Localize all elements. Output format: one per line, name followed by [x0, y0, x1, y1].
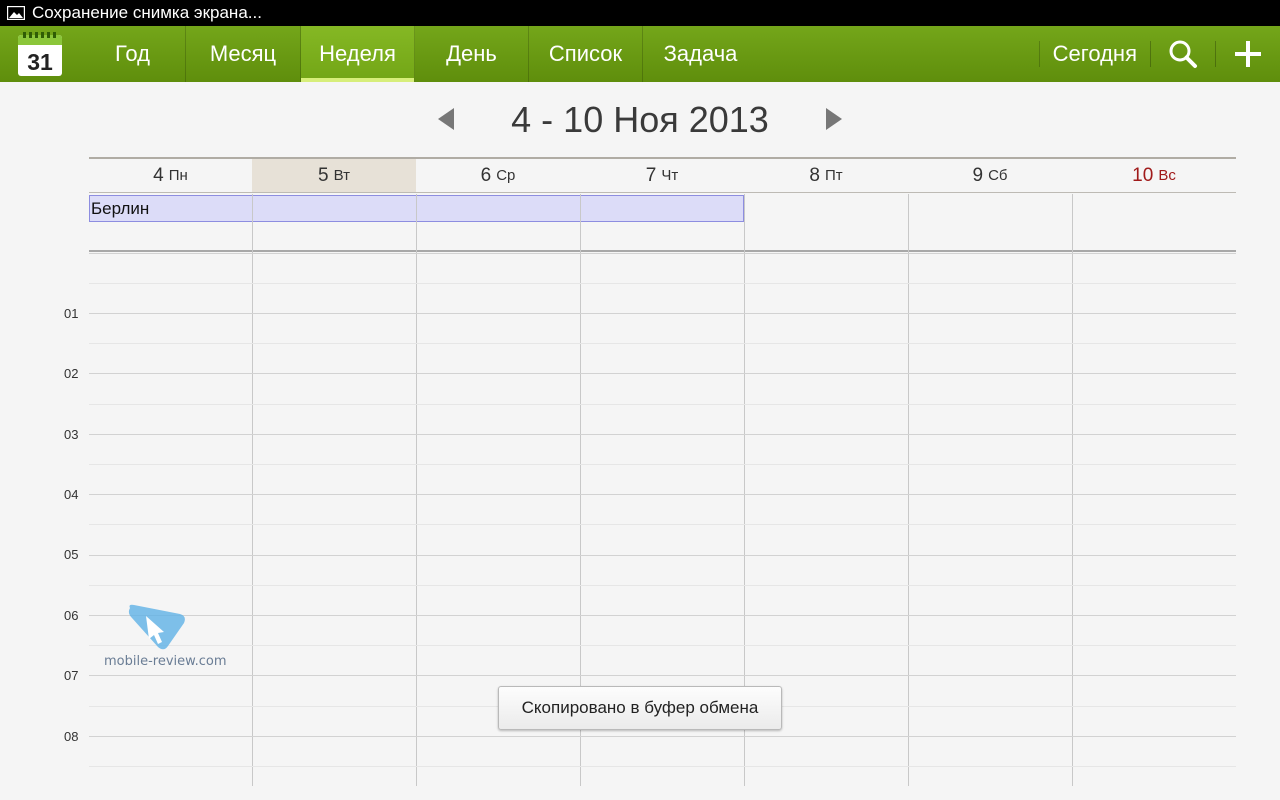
hour-label: 03 — [64, 427, 79, 442]
tab-label: Список — [548, 41, 623, 66]
day-header-sat[interactable]: 9 Сб — [908, 157, 1072, 193]
day-of-week: Чт — [661, 167, 679, 184]
half-hour-gridline — [89, 283, 1236, 284]
calendar-icon: 31 — [18, 32, 62, 76]
day-number: 6 — [480, 164, 492, 186]
half-hour-gridline — [89, 645, 1236, 646]
day-header-mon[interactable]: 4 Пн — [89, 157, 252, 193]
day-header-thu[interactable]: 7 Чт — [580, 157, 744, 193]
day-number: 7 — [645, 164, 657, 186]
day-number: 8 — [809, 164, 820, 186]
today-button[interactable]: Сегодня — [1038, 41, 1150, 67]
watermark-logo-icon — [128, 604, 185, 650]
day-number: 10 — [1132, 164, 1154, 186]
tab-day[interactable]: День — [415, 26, 529, 82]
day-number: 9 — [972, 164, 984, 186]
day-header-wed[interactable]: 6 Ср — [416, 157, 580, 193]
hour-label: 05 — [64, 547, 79, 562]
next-week-arrow-icon[interactable] — [824, 107, 844, 131]
hour-label: 04 — [64, 487, 79, 502]
hour-label: 06 — [64, 608, 79, 623]
calendar-icon-day: 31 — [27, 49, 53, 75]
image-icon — [7, 6, 25, 20]
tab-list[interactable]: Список — [529, 26, 643, 82]
tab-label: Год — [114, 41, 151, 66]
day-number: 4 — [153, 164, 164, 186]
tab-year[interactable]: Год — [80, 26, 186, 82]
hour-gridline — [89, 313, 1236, 314]
week-navigator: 4 - 10 Ноя 2013 — [0, 95, 1280, 143]
day-header-sun[interactable]: 10 Вс — [1072, 157, 1236, 193]
day-number: 5 — [318, 164, 329, 186]
watermark-text: mobile-review.com — [104, 654, 227, 669]
hour-gridline — [89, 494, 1236, 495]
action-bar: 31 Год Месяц Неделя День Список Задача С… — [0, 26, 1280, 82]
day-of-week: Вс — [1158, 167, 1176, 184]
tab-label: Месяц — [209, 41, 277, 66]
all-day-divider — [89, 250, 1236, 252]
search-button[interactable] — [1151, 26, 1215, 82]
tab-label: День — [446, 41, 497, 66]
tab-task[interactable]: Задача — [643, 26, 758, 82]
search-icon — [1169, 40, 1197, 68]
week-range-title: 4 - 10 Ноя 2013 — [511, 99, 769, 140]
previous-week-arrow-icon[interactable] — [436, 107, 456, 131]
day-of-week: Пн — [168, 167, 188, 184]
day-of-week: Вт — [333, 167, 350, 184]
tab-week[interactable]: Неделя — [301, 26, 415, 82]
hour-gridline — [89, 555, 1236, 556]
hour-gridline — [89, 434, 1236, 435]
hour-gridline — [89, 253, 1236, 254]
day-of-week: Пт — [824, 167, 843, 184]
half-hour-gridline — [89, 343, 1236, 344]
half-hour-gridline — [89, 464, 1236, 465]
day-of-week: Ср — [496, 167, 516, 184]
day-header-tue[interactable]: 5 Вт — [252, 157, 416, 193]
hour-gridline — [89, 615, 1236, 616]
half-hour-gridline — [89, 524, 1236, 525]
day-header-fri[interactable]: 8 Пт — [744, 157, 908, 193]
hour-gridline — [89, 675, 1236, 676]
half-hour-gridline — [89, 766, 1236, 767]
half-hour-gridline — [89, 585, 1236, 586]
watermark: mobile-review.com — [102, 602, 226, 672]
app-icon[interactable]: 31 — [0, 26, 80, 82]
toast-message: Скопировано в буфер обмена — [498, 686, 782, 730]
tab-label: Задача — [663, 41, 738, 66]
status-bar: Сохранение снимка экрана... — [0, 0, 1280, 26]
hour-gridline — [89, 736, 1236, 737]
hour-label: 07 — [64, 668, 79, 683]
half-hour-gridline — [89, 404, 1236, 405]
add-icon — [1235, 41, 1261, 67]
tab-month[interactable]: Месяц — [186, 26, 301, 82]
day-of-week: Сб — [988, 167, 1008, 184]
hour-label: 02 — [64, 366, 79, 381]
hour-label: 08 — [64, 729, 79, 744]
add-event-button[interactable] — [1216, 26, 1280, 82]
action-bar-actions: Сегодня — [1038, 26, 1280, 82]
status-text: Сохранение снимка экрана... — [32, 3, 262, 22]
tab-label: Неделя — [319, 41, 396, 66]
hour-label: 01 — [64, 306, 79, 321]
hour-gridline — [89, 373, 1236, 374]
